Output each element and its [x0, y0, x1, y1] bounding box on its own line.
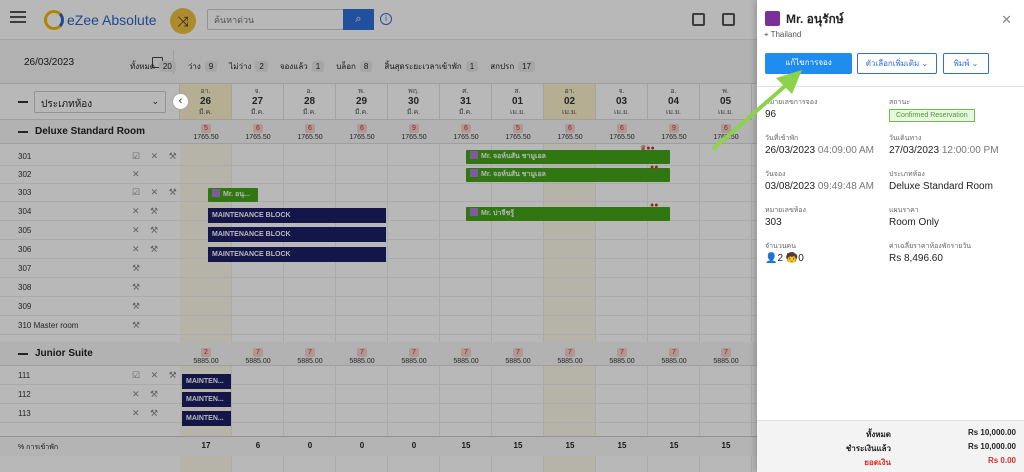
- child-icon: 🧒: [785, 253, 799, 264]
- field-label: แผนราคา: [889, 207, 919, 214]
- reservation-panel: Mr. อนุรักษ์ ⌖ Thailand ✕ แก้ไขการจอง ตั…: [757, 0, 1024, 472]
- balance-label: ยอดเงิน: [864, 458, 891, 467]
- total-value: Rs 10,000.00: [967, 428, 1016, 437]
- arrival-field: วันที่เข้าพัก 26/03/2023 04:09:00 AM: [765, 134, 874, 157]
- paid-value: Rs 10,000.00: [967, 442, 1016, 451]
- chevron-down-icon: ⌄: [971, 59, 979, 68]
- location-pin-icon: ⌖: [764, 30, 769, 39]
- panel-header: Mr. อนุรักษ์: [765, 10, 844, 29]
- field-label: หมายเลขการจอง: [765, 99, 818, 106]
- field-value: 96: [765, 109, 777, 120]
- field-label: วันจอง: [765, 171, 786, 178]
- field-label: วันเดินทาง: [889, 135, 922, 142]
- booking-date-field: วันจอง 03/08/2023 09:49:48 AM: [765, 170, 874, 193]
- avg-rate-field: ค่าเฉลี่ยราคาห้องพักรายวัน Rs 8,496.60: [889, 242, 971, 265]
- print-label: พิมพ์: [953, 59, 970, 68]
- field-label: วันที่เข้าพัก: [765, 135, 799, 142]
- field-label: จำนวนคน: [765, 243, 797, 250]
- totals-section: ทั้งหมด Rs 10,000.00 ชำระเงินแล้ว Rs 10,00…: [757, 420, 1024, 472]
- field-value: 303: [765, 217, 782, 228]
- paid-label: ชำระเงินแล้ว: [845, 444, 891, 453]
- more-options-label: ตัวเลือกเพิ่มเติม: [865, 59, 920, 68]
- status-field: สถานะ Confirmed Reservation: [889, 98, 975, 122]
- country-text: Thailand: [770, 30, 802, 39]
- field-label: หมายเลขห้อง: [765, 207, 806, 214]
- booking-time: 09:49:48 AM: [817, 181, 874, 192]
- field-label: ประเภทห้อง: [889, 171, 925, 178]
- total-label: ทั้งหมด: [866, 430, 891, 439]
- pax-field: จำนวนคน 👤2 🧒0: [765, 242, 804, 265]
- status-badge: Confirmed Reservation: [889, 109, 975, 122]
- guest-icon: [765, 11, 780, 26]
- prev-date-button[interactable]: ‹: [172, 93, 189, 110]
- room-number-field: หมายเลขห้อง 303: [765, 206, 806, 229]
- print-button[interactable]: พิมพ์ ⌄: [943, 53, 989, 74]
- departure-date: 27/03/2023: [889, 145, 940, 156]
- arrival-date: 26/03/2023: [765, 145, 816, 156]
- reservation-number-field: หมายเลขการจอง 96: [765, 98, 817, 121]
- arrival-time: 04:09:00 AM: [817, 145, 874, 156]
- close-icon[interactable]: ✕: [1001, 12, 1012, 28]
- child-count: 0: [798, 253, 804, 264]
- field-value: Rs 8,496.60: [889, 253, 943, 264]
- edit-reservation-button[interactable]: แก้ไขการจอง: [765, 53, 852, 74]
- adult-count: 2: [777, 253, 784, 264]
- roomtype-field: ประเภทห้อง Deluxe Standard Room: [889, 170, 993, 193]
- guest-country: ⌖ Thailand: [764, 30, 801, 40]
- departure-time: 12:00:00 PM: [941, 145, 999, 156]
- modal-backdrop[interactable]: [0, 0, 757, 472]
- divider: [757, 86, 1024, 87]
- departure-field: วันเดินทาง 27/03/2023 12:00:00 PM: [889, 134, 999, 157]
- field-value: Deluxe Standard Room: [889, 181, 993, 192]
- more-options-button[interactable]: ตัวเลือกเพิ่มเติม ⌄: [857, 53, 937, 74]
- field-label: สถานะ: [889, 99, 910, 106]
- field-value: Room Only: [889, 217, 940, 228]
- guest-name: Mr. อนุรักษ์: [786, 12, 844, 26]
- rate-plan-field: แผนราคา Room Only: [889, 206, 939, 229]
- booking-date: 03/08/2023: [765, 181, 816, 192]
- field-label: ค่าเฉลี่ยราคาห้องพักรายวัน: [889, 243, 972, 250]
- balance-value: Rs 0.00: [987, 456, 1016, 465]
- chevron-down-icon: ⌄: [921, 59, 929, 68]
- adult-icon: 👤: [765, 253, 778, 264]
